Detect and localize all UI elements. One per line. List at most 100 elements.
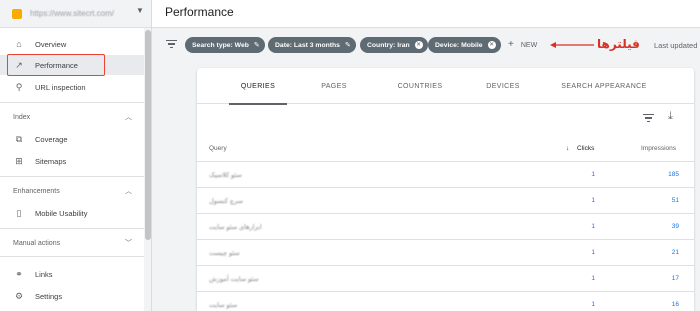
last-updated: Last updated xyxy=(654,41,698,50)
new-filter-button[interactable]: + NEW xyxy=(508,40,537,50)
links-icon: ⚭ xyxy=(15,268,23,279)
filter-icon[interactable] xyxy=(166,40,177,50)
settings-icon: ⚙ xyxy=(14,290,24,301)
sidebar-item-label: Overview xyxy=(35,39,67,49)
chip-label: Country: Iran xyxy=(367,41,410,49)
scrollbar-thumb[interactable] xyxy=(145,30,151,240)
clicks-cell: 1 xyxy=(591,197,595,204)
impressions-cell: 17 xyxy=(671,275,679,282)
tab-bar: QUERIES PAGES COUNTRIES DEVICES SEARCH A… xyxy=(197,68,694,105)
section-enhancements[interactable]: Enhancements ︿ xyxy=(0,183,144,199)
tab-search-appearance[interactable]: SEARCH APPEARANCE xyxy=(557,68,651,104)
section-manual-actions[interactable]: Manual actions ﹀ xyxy=(0,235,144,251)
query-cell: ابزارهای سئو سایت xyxy=(209,224,262,231)
sitemap-icon: ⊞ xyxy=(15,155,23,166)
edit-icon[interactable]: ✎ xyxy=(254,41,260,49)
close-icon[interactable]: ✕ xyxy=(487,41,496,49)
sidebar-item-coverage[interactable]: ⧉ Coverage xyxy=(0,129,144,149)
divider xyxy=(0,228,144,229)
table-row[interactable]: ابزارهای سئو سایت 1 39 xyxy=(197,214,694,240)
plus-icon: + xyxy=(508,39,514,50)
table-header: Query ↓ Clicks Impressions xyxy=(197,136,694,162)
annotation-label: فیلترها xyxy=(597,37,640,51)
query-cell: سئو سایت آموزش xyxy=(209,276,259,283)
page-header: Performance xyxy=(152,0,700,28)
column-header-impressions[interactable]: Impressions xyxy=(641,145,676,152)
divider xyxy=(0,102,144,103)
clicks-cell: 1 xyxy=(591,275,595,282)
query-cell: سئو کلاسیک xyxy=(209,172,242,179)
home-icon: ⌂ xyxy=(16,39,22,49)
table-row[interactable]: سئو کلاسیک 1 185 xyxy=(197,162,694,188)
tab-pages[interactable]: PAGES xyxy=(309,68,359,104)
tab-queries[interactable]: QUERIES xyxy=(229,68,287,105)
section-label: Manual actions xyxy=(13,239,61,247)
sidebar-item-url-inspection[interactable]: ⚲ URL inspection xyxy=(0,77,144,97)
sidebar-item-label: Coverage xyxy=(35,134,68,144)
section-label: Enhancements xyxy=(13,187,60,195)
sidebar-scrollbar[interactable] xyxy=(144,28,151,311)
sidebar-item-label: Settings xyxy=(35,291,63,301)
chevron-up-icon: ︿ xyxy=(125,188,132,195)
clicks-cell: 1 xyxy=(591,249,595,256)
chip-label: Date: Last 3 months xyxy=(275,41,340,49)
filter-chip-device[interactable]: Device: Mobile ✕ xyxy=(428,37,501,53)
property-icon xyxy=(12,8,22,19)
section-index[interactable]: Index ︿ xyxy=(0,109,144,125)
chevron-down-icon: ﹀ xyxy=(125,240,132,247)
edit-icon[interactable]: ✎ xyxy=(345,41,351,49)
sidebar-item-mobile-usability[interactable]: ▯ Mobile Usability xyxy=(0,203,144,223)
tab-countries[interactable]: COUNTRIES xyxy=(387,68,453,104)
section-label: Index xyxy=(13,113,31,121)
arrow-left-icon xyxy=(550,42,594,48)
table-row[interactable]: سئو سایت آموزش 1 17 xyxy=(197,266,694,292)
new-filter-label: NEW xyxy=(520,41,538,49)
sidebar-item-links[interactable]: ⚭ Links xyxy=(0,264,144,284)
phone-icon: ▯ xyxy=(16,207,22,218)
divider xyxy=(0,176,144,177)
performance-card: QUERIES PAGES COUNTRIES DEVICES SEARCH A… xyxy=(197,68,694,311)
chip-label: Search type: Web xyxy=(192,41,249,49)
sidebar-item-settings[interactable]: ⚙ Settings xyxy=(0,286,144,306)
close-icon[interactable]: ✕ xyxy=(414,41,423,49)
filter-chip-search-type[interactable]: Search type: Web ✎ xyxy=(185,37,265,53)
sidebar-item-label: Sitemaps xyxy=(35,156,67,166)
search-icon: ⚲ xyxy=(15,81,23,92)
table-row[interactable]: سرچ کنسول 1 51 xyxy=(197,188,694,214)
download-icon[interactable]: ⤓ xyxy=(668,110,673,123)
property-selector[interactable]: https://www.sitecrt.com/ xyxy=(0,0,151,28)
impressions-cell: 51 xyxy=(671,197,679,204)
clicks-cell: 1 xyxy=(591,223,595,230)
query-cell: سئو سایت xyxy=(209,302,238,309)
chevron-up-icon: ︿ xyxy=(125,114,132,121)
table-filter-icon[interactable] xyxy=(643,114,654,124)
clicks-cell: 1 xyxy=(591,301,595,308)
query-cell: سئو چیست xyxy=(209,250,240,257)
property-url: https://www.sitecrt.com/ xyxy=(30,9,115,18)
sidebar-item-label: URL inspection xyxy=(35,82,86,92)
filter-bar: Search type: Web ✎ Date: Last 3 months ✎… xyxy=(152,28,700,62)
clicks-cell: 1 xyxy=(591,171,595,178)
coverage-icon: ⧉ xyxy=(15,133,23,144)
sidebar-item-label: Mobile Usability xyxy=(35,208,88,218)
page-title: Performance xyxy=(165,5,234,19)
sort-arrow-icon[interactable]: ↓ xyxy=(566,145,569,152)
column-header-query[interactable]: Query xyxy=(209,145,227,152)
filter-chip-date[interactable]: Date: Last 3 months ✎ xyxy=(268,37,356,53)
impressions-cell: 185 xyxy=(668,171,679,178)
sidebar-item-sitemaps[interactable]: ⊞ Sitemaps xyxy=(0,151,144,171)
filter-chip-country[interactable]: Country: Iran ✕ xyxy=(360,37,428,53)
impressions-cell: 21 xyxy=(671,249,679,256)
sidebar-item-overview[interactable]: ⌂ Overview xyxy=(0,34,144,54)
tab-devices[interactable]: DEVICES xyxy=(477,68,529,104)
column-header-clicks[interactable]: Clicks xyxy=(577,145,594,152)
impressions-cell: 16 xyxy=(671,301,679,308)
table-row[interactable]: سئو چیست 1 21 xyxy=(197,240,694,266)
divider xyxy=(0,256,144,257)
table-row[interactable]: سئو سایت 1 16 xyxy=(197,292,694,311)
sidebar-item-label: Links xyxy=(35,269,53,279)
chip-label: Device: Mobile xyxy=(435,41,483,49)
impressions-cell: 39 xyxy=(671,223,679,230)
caret-down-icon[interactable]: ▼ xyxy=(136,6,144,15)
sidebar: https://www.sitecrt.com/ ▼ ⌂ Overview ↗ … xyxy=(0,0,152,311)
